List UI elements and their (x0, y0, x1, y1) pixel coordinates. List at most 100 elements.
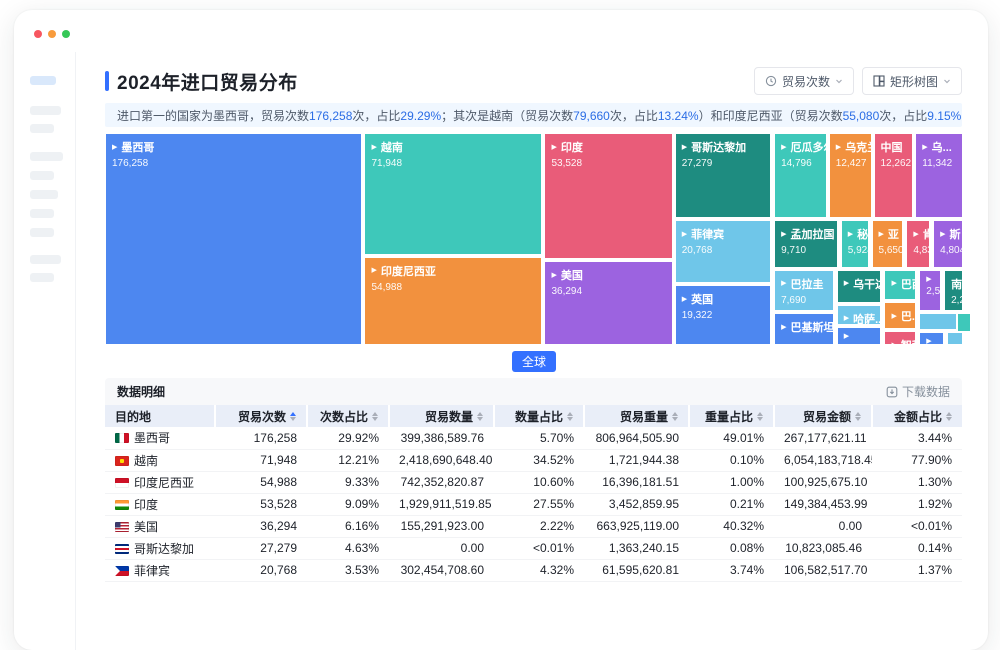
chart-type-dropdown[interactable]: 矩形树图 (861, 67, 962, 95)
treemap-tile-philippines[interactable]: ▶ 菲律宾 20,768 (674, 220, 772, 283)
insight-segment: 进口第一的国家为墨西哥，贸易次数 (117, 108, 310, 123)
column-header[interactable]: 次数占比 (306, 405, 389, 427)
treemap-tile-costa-rica[interactable]: ▶ 哥斯达黎加 27,279 (674, 133, 772, 218)
value-cell: 1.92% (872, 493, 962, 516)
treemap-tile-si-truncated[interactable]: ▶ 斯 4,804 (933, 220, 963, 268)
treemap-tile-filler-lightblue[interactable] (919, 313, 957, 330)
treemap-tile-china[interactable]: 中国 12,262 (873, 133, 914, 218)
minimize-window-icon[interactable] (48, 30, 56, 38)
metric-dropdown[interactable]: 贸易次数 (753, 67, 854, 95)
sort-icon[interactable] (290, 411, 296, 421)
treemap-tile-ba-truncated[interactable]: ▶巴... (884, 302, 917, 329)
treemap-tile-ken-truncated[interactable]: ▶肯4,836 (906, 220, 931, 268)
tile-value: 7,690 (781, 294, 807, 306)
sort-icon[interactable] (946, 411, 952, 421)
sort-icon[interactable] (372, 411, 378, 421)
column-header-label: 贸易数量 (424, 409, 473, 424)
treemap-tile-bangladesh[interactable]: ▶ 孟加拉国 9,710 (774, 220, 838, 268)
maximize-window-icon[interactable] (62, 30, 70, 38)
treemap-tile-arrow-tile-3[interactable] (947, 332, 963, 345)
tile-label: ▶ 智利 (891, 337, 915, 344)
drilldown-arrow-icon: ▶ (371, 143, 377, 151)
tile-value: 2,2 (951, 294, 962, 306)
treemap-tile-uganda[interactable]: ▶乌干达 (836, 269, 882, 303)
drilldown-arrow-icon: ▶ (781, 280, 787, 288)
treemap-tile-mexico[interactable]: ▶ 墨西哥 176,258 (105, 133, 363, 345)
value-cell: 149,384,453.99 (774, 493, 872, 516)
treemap-tile-vietnam[interactable]: ▶ 越南 71,948 (364, 133, 543, 255)
table-row[interactable]: 美国 36,294 6.16% 155,291,923.00 2.22% 663,925,… (105, 515, 962, 538)
column-header[interactable]: 贸易重量 (583, 405, 689, 427)
column-header[interactable]: 贸易次数 (214, 405, 307, 427)
tile-value: 11,342 (922, 158, 953, 169)
sidebar-item-active[interactable] (30, 76, 56, 85)
value-cell: 106,582,517.70 (774, 559, 872, 582)
tile-country-name: 斯 (949, 229, 961, 241)
treemap-tile-indonesia[interactable]: ▶ 印度尼西亚 54,988 (364, 256, 543, 345)
tile-country-name: 秘鲁 (857, 229, 869, 241)
close-window-icon[interactable] (34, 30, 42, 38)
treemap-tile-arrow-tile-2[interactable]: ▶ (919, 332, 945, 345)
tile-country-name: 巴拉圭 (790, 278, 824, 291)
table-row[interactable]: 哥斯达黎加 27,279 4.63% 0.00 <0.01% 1,363,240.15 0.… (105, 537, 962, 560)
sort-icon[interactable] (672, 411, 678, 421)
treemap-tile-usa[interactable]: ▶ 美国 36,294 (544, 261, 673, 345)
treemap-tile-kazakh-truncated[interactable]: ▶ 哈萨... (836, 304, 882, 325)
sidebar-item[interactable] (30, 209, 54, 218)
treemap-tile-paraguay[interactable]: ▶ 巴拉圭 7,690 (774, 269, 834, 311)
column-header[interactable]: 贸易数量 (388, 405, 494, 427)
sort-up-caret (855, 411, 861, 416)
treemap-tile-filler-teal[interactable] (956, 313, 971, 332)
treemap-tile-india[interactable]: ▶ 印度 53,528 (544, 133, 673, 259)
column-header-label: 贸易金额 (802, 409, 851, 424)
table-row[interactable]: 墨西哥 176,258 29.92% 399,386,589.76 5.70% 806,9… (105, 427, 962, 450)
treemap-tile-uk[interactable]: ▶ 英国 19,322 (674, 285, 772, 345)
download-data-button[interactable]: 下载数据 (886, 383, 950, 400)
sort-icon[interactable] (567, 411, 573, 421)
treemap-tile-nan-truncated[interactable]: 南 2,2 (944, 269, 963, 311)
treemap-tile-brazil[interactable]: ▶巴西 (884, 269, 917, 300)
treemap-tile-small-purple[interactable]: ▶ 2,5 (919, 269, 942, 311)
sidebar-item[interactable] (30, 124, 54, 133)
sort-icon[interactable] (757, 411, 763, 421)
sidebar-item[interactable] (30, 255, 61, 264)
tile-country-name: 美国 (560, 270, 583, 282)
value-cell: 1,721,944.38 (584, 449, 689, 472)
treemap-tile-u-truncated[interactable]: ▶ 乌... 11,342 (915, 133, 963, 218)
sidebar-item[interactable] (30, 228, 54, 237)
treemap-tile-pakistan[interactable]: ▶ 巴基斯坦 (774, 313, 834, 345)
sidebar-item[interactable] (30, 273, 54, 282)
treemap-tile-peru[interactable]: ▶秘鲁 5,924 (840, 220, 869, 268)
tile-label: ▶ 印度 (551, 139, 665, 155)
destination-cell: 美国 (105, 515, 215, 538)
destination-name: 美国 (134, 519, 159, 534)
table-row[interactable]: 印度 53,528 9.09% 1,929,911,519.85 27.55% 3,452… (105, 493, 962, 516)
table-row[interactable]: 菲律宾 20,768 3.53% 302,454,708.60 4.32% 61,595,… (105, 559, 962, 582)
table-row[interactable]: 越南 71,948 12.21% 2,418,690,648.40 34.52% 1,72… (105, 449, 962, 472)
app-window: 2024年进口贸易分布 贸易次数 矩形树图 进口第一的国家为墨西哥，贸易次数17… (14, 10, 988, 650)
column-header[interactable]: 金额占比 (871, 405, 962, 427)
treemap-tile-ecuador[interactable]: ▶厄瓜多尔 14,796 (774, 133, 827, 218)
sidebar-item[interactable] (30, 152, 63, 161)
treemap-tile-ya-truncated[interactable]: ▶ 亚 5,650 (871, 220, 904, 268)
sort-icon[interactable] (855, 411, 861, 421)
sort-icon[interactable] (477, 411, 483, 421)
treemap-tile-arrow-tile-1[interactable]: ▶ (836, 327, 882, 345)
sidebar-item[interactable] (30, 171, 54, 180)
column-header[interactable]: 数量占比 (493, 405, 584, 427)
column-header-label: 金额占比 (893, 409, 942, 424)
column-header[interactable]: 贸易金额 (773, 405, 872, 427)
sidebar-item[interactable] (30, 190, 58, 199)
tile-country-name: 孟加拉国 (790, 229, 835, 241)
drilldown-arrow-icon: ▶ (781, 323, 787, 331)
table-row[interactable]: 印度尼西亚 54,988 9.33% 742,352,820.87 10.60% 16,3… (105, 471, 962, 494)
download-icon (886, 386, 898, 397)
treemap-tile-ukraine[interactable]: ▶乌克兰 12,427 (828, 133, 872, 218)
value-cell: 0.10% (689, 449, 774, 472)
column-header[interactable]: 重量占比 (688, 405, 774, 427)
tile-value: 12,427 (835, 158, 867, 169)
destination-cell: 印度尼西亚 (105, 471, 215, 494)
sidebar-item[interactable] (30, 106, 61, 115)
treemap-root-button[interactable]: 全球 (511, 351, 556, 372)
treemap-tile-chile[interactable]: ▶ 智利 (884, 331, 917, 345)
